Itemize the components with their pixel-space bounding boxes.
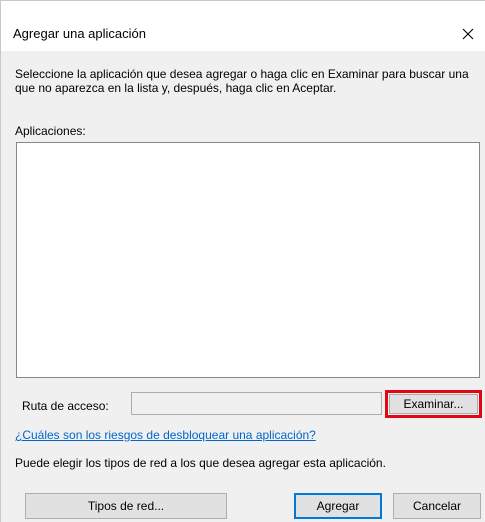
browse-highlight: Examinar... <box>385 390 482 418</box>
add-button[interactable]: Agregar <box>294 493 382 519</box>
applications-list[interactable] <box>16 142 480 378</box>
instruction-text: Seleccione la aplicación que desea agreg… <box>15 67 469 95</box>
close-button[interactable] <box>451 19 485 49</box>
add-application-dialog: Agregar una aplicación Seleccione la apl… <box>0 0 485 522</box>
unblock-risks-link[interactable]: ¿Cuáles son los riesgos de desbloquear u… <box>15 428 316 442</box>
close-icon <box>462 28 474 40</box>
network-types-button[interactable]: Tipos de red... <box>25 493 227 519</box>
path-input[interactable] <box>131 392 382 415</box>
browse-button[interactable]: Examinar... <box>389 394 478 414</box>
title-bar: Agregar una aplicación <box>1 1 485 51</box>
applications-label: Aplicaciones: <box>15 124 86 138</box>
network-types-note: Puede elegir los tipos de red a los que … <box>15 456 386 470</box>
dialog-title: Agregar una aplicación <box>13 26 146 41</box>
cancel-button[interactable]: Cancelar <box>393 493 481 519</box>
path-label: Ruta de acceso: <box>22 399 109 413</box>
